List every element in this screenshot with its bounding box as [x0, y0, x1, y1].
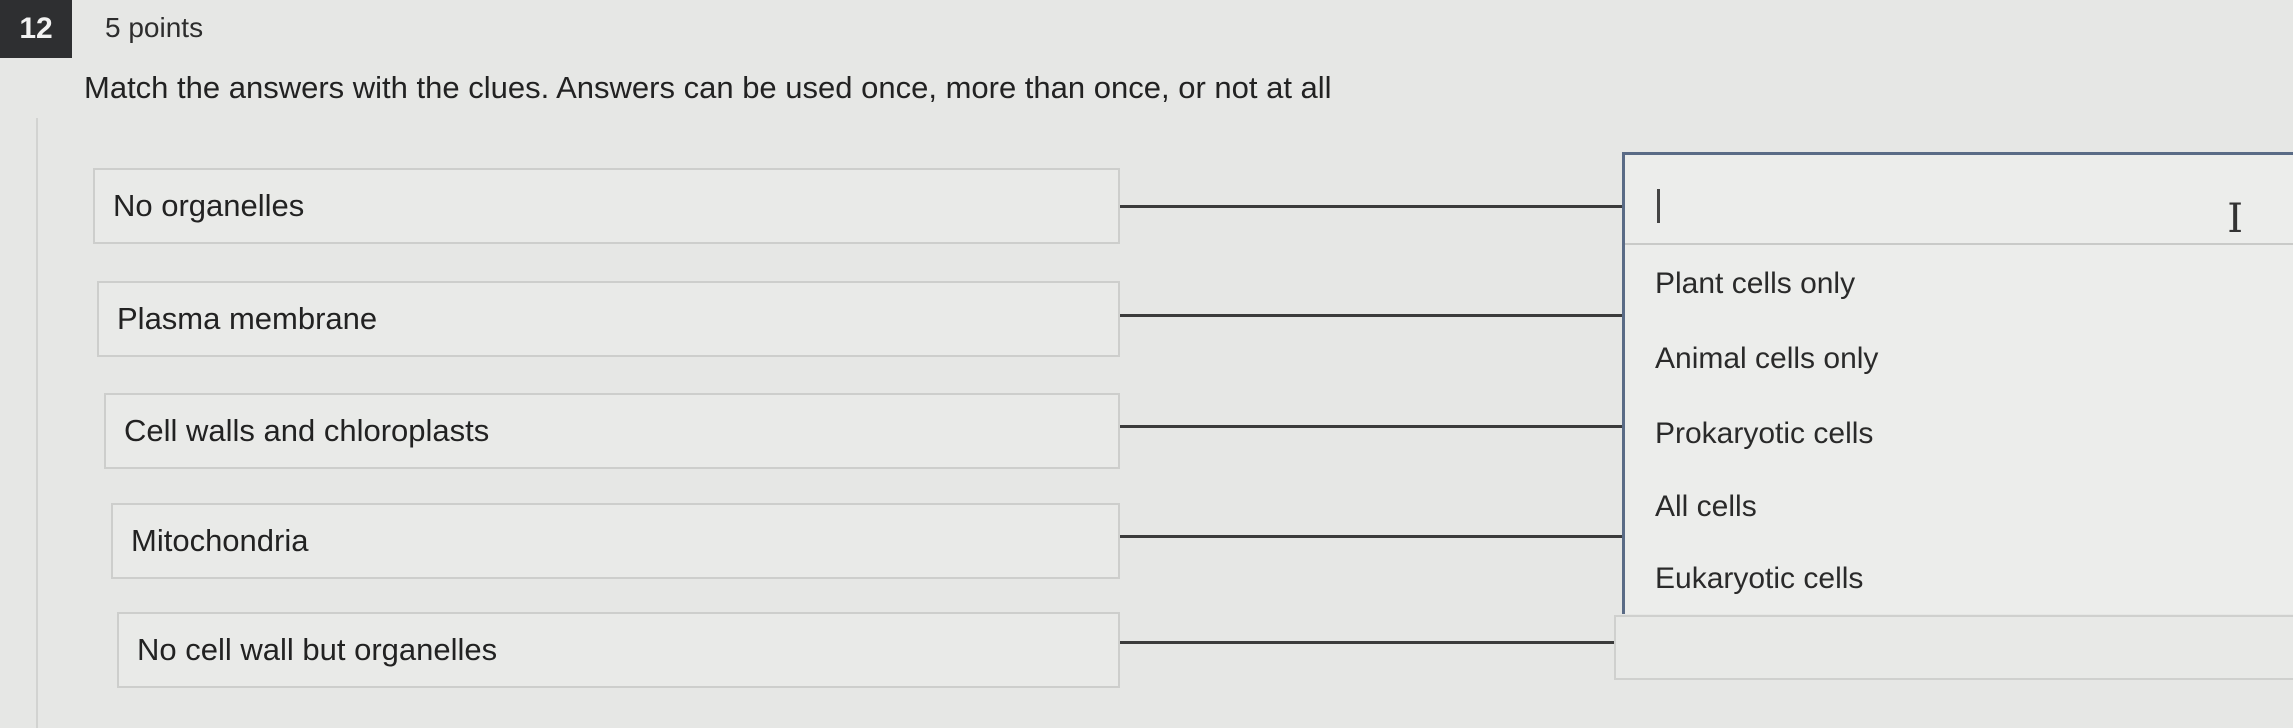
- clue-box: No organelles: [93, 168, 1120, 244]
- match-connector-line: [1120, 641, 1614, 644]
- clue-box: Cell walls and chloroplasts: [104, 393, 1120, 469]
- match-connector-line: [1120, 314, 1622, 317]
- question-left-border: [36, 118, 38, 728]
- question-instructions: Match the answers with the clues. Answer…: [84, 70, 1332, 105]
- match-connector-line: [1120, 535, 1622, 538]
- answer-dropdown[interactable]: I Plant cells only Animal cells only Pro…: [1622, 152, 2293, 614]
- text-cursor-icon: I: [2227, 196, 2243, 242]
- dropdown-option[interactable]: Animal cells only: [1655, 342, 1878, 376]
- dropdown-option[interactable]: Prokaryotic cells: [1655, 417, 1873, 451]
- text-caret: [1657, 189, 1660, 223]
- question-number: 12: [0, 0, 72, 58]
- dropdown-option[interactable]: Eukaryotic cells: [1655, 562, 1863, 596]
- dropdown-option[interactable]: Plant cells only: [1655, 267, 1855, 301]
- dropdown-option[interactable]: All cells: [1655, 490, 1757, 524]
- match-connector-line: [1120, 205, 1622, 208]
- match-connector-line: [1120, 425, 1622, 428]
- clue-box: Plasma membrane: [97, 281, 1120, 357]
- clue-box: No cell wall but organelles: [117, 612, 1120, 688]
- answer-dropdown-input[interactable]: I: [1625, 155, 2293, 245]
- answer-select-box[interactable]: [1614, 615, 2293, 680]
- clue-box: Mitochondria: [111, 503, 1120, 579]
- question-points: 5 points: [105, 12, 204, 43]
